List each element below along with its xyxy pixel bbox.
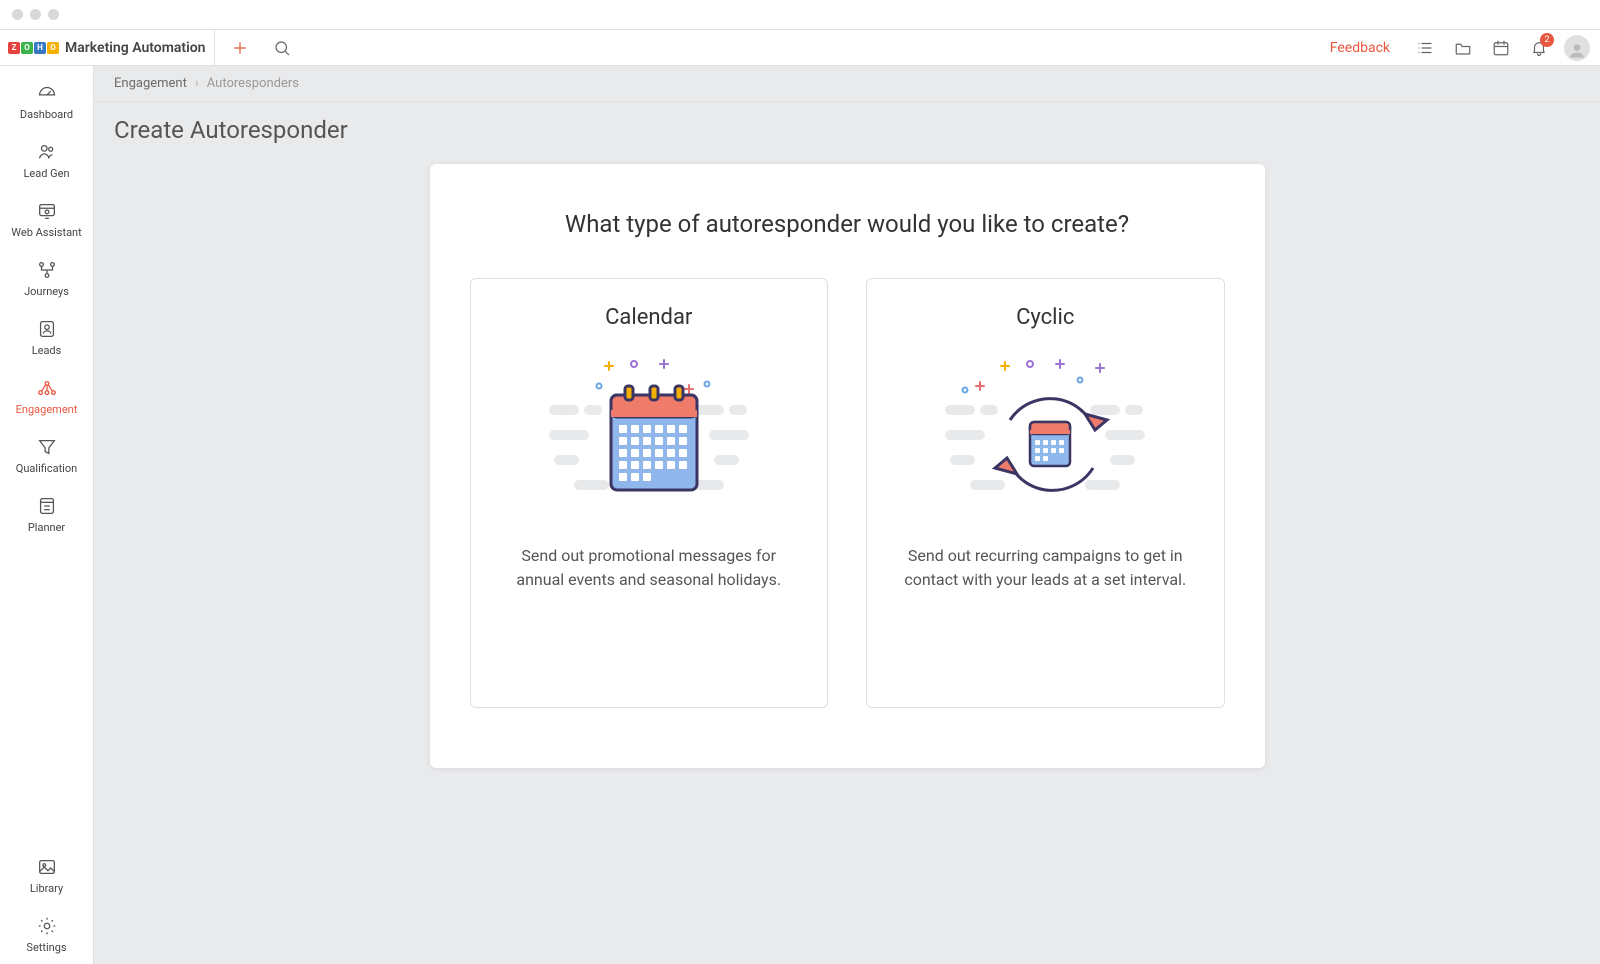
leads-icon	[36, 318, 58, 340]
webassistant-icon	[36, 200, 58, 222]
breadcrumb-current: Autoresponders	[207, 76, 299, 91]
window-chrome	[0, 0, 1600, 30]
create-panel: What type of autoresponder would you lik…	[430, 164, 1265, 768]
option-card-cyclic[interactable]: Cyclic	[866, 278, 1225, 708]
sidebar-item-dashboard[interactable]: Dashboard	[0, 72, 93, 131]
zoho-logo-icon: ZOHO	[8, 42, 59, 54]
chevron-right-icon: ›	[195, 76, 199, 91]
cyclic-illustration	[895, 350, 1196, 520]
sidebar-item-settings[interactable]: Settings	[0, 905, 93, 964]
option-desc: Send out promotional messages for annual…	[505, 544, 794, 592]
divider	[214, 30, 215, 65]
folder-icon	[1454, 39, 1472, 57]
sidebar-item-label: Journeys	[24, 285, 69, 298]
leadgen-icon	[36, 141, 58, 163]
sidebar-item-label: Dashboard	[20, 108, 73, 121]
feedback-link[interactable]: Feedback	[1320, 40, 1400, 56]
breadcrumb-parent[interactable]: Engagement	[114, 76, 187, 91]
main: Engagement › Autoresponders Create Autor…	[94, 66, 1600, 964]
sidebar-item-label: Library	[30, 882, 63, 895]
calendar-icon	[1492, 39, 1510, 57]
tasks-button[interactable]	[1408, 31, 1442, 65]
option-title: Calendar	[605, 305, 692, 330]
plus-icon	[231, 39, 249, 57]
folder-button[interactable]	[1446, 31, 1480, 65]
sidebar: Dashboard Lead Gen Web Assistant Journey…	[0, 66, 94, 964]
option-card-calendar[interactable]: Calendar	[470, 278, 829, 708]
sidebar-item-library[interactable]: Library	[0, 846, 93, 905]
sidebar-item-label: Planner	[28, 521, 65, 534]
journeys-icon	[36, 259, 58, 281]
sidebar-item-webassistant[interactable]: Web Assistant	[0, 190, 93, 249]
topbar-right: 2	[1408, 31, 1590, 65]
planner-icon	[36, 495, 58, 517]
sidebar-item-label: Engagement	[16, 403, 78, 416]
notifications-button[interactable]: 2	[1522, 31, 1556, 65]
user-icon	[1567, 41, 1587, 61]
library-icon	[36, 856, 58, 878]
gauge-icon	[36, 82, 58, 104]
window-dot-zoom[interactable]	[48, 9, 59, 20]
avatar[interactable]	[1564, 35, 1590, 61]
search-icon	[273, 39, 291, 57]
notification-badge: 2	[1540, 33, 1554, 47]
brand[interactable]: ZOHO Marketing Automation	[8, 40, 206, 56]
option-desc: Send out recurring campaigns to get in c…	[901, 544, 1190, 592]
sidebar-item-label: Leads	[32, 344, 62, 357]
calendar-illustration	[499, 350, 800, 520]
gear-icon	[36, 915, 58, 937]
sidebar-item-leads[interactable]: Leads	[0, 308, 93, 367]
calendar-button[interactable]	[1484, 31, 1518, 65]
breadcrumb: Engagement › Autoresponders	[94, 66, 1600, 102]
sidebar-item-label: Web Assistant	[11, 226, 81, 239]
sidebar-item-planner[interactable]: Planner	[0, 485, 93, 544]
sidebar-item-qualification[interactable]: Qualification	[0, 426, 93, 485]
brand-name: Marketing Automation	[65, 40, 206, 56]
window-dot-minimize[interactable]	[30, 9, 41, 20]
add-button[interactable]	[223, 31, 257, 65]
option-title: Cyclic	[1016, 305, 1074, 330]
topbar: ZOHO Marketing Automation Feedback 2	[0, 30, 1600, 66]
window-dot-close[interactable]	[12, 9, 23, 20]
sidebar-item-label: Settings	[26, 941, 66, 954]
page-title: Create Autoresponder	[94, 102, 1600, 164]
sidebar-item-label: Qualification	[16, 462, 77, 475]
tasks-icon	[1416, 39, 1434, 57]
sidebar-item-leadgen[interactable]: Lead Gen	[0, 131, 93, 190]
sidebar-item-label: Lead Gen	[23, 167, 69, 180]
search-button[interactable]	[265, 31, 299, 65]
sidebar-item-journeys[interactable]: Journeys	[0, 249, 93, 308]
engagement-icon	[36, 377, 58, 399]
funnel-icon	[36, 436, 58, 458]
panel-heading: What type of autoresponder would you lik…	[470, 210, 1225, 238]
sidebar-item-engagement[interactable]: Engagement	[0, 367, 93, 426]
